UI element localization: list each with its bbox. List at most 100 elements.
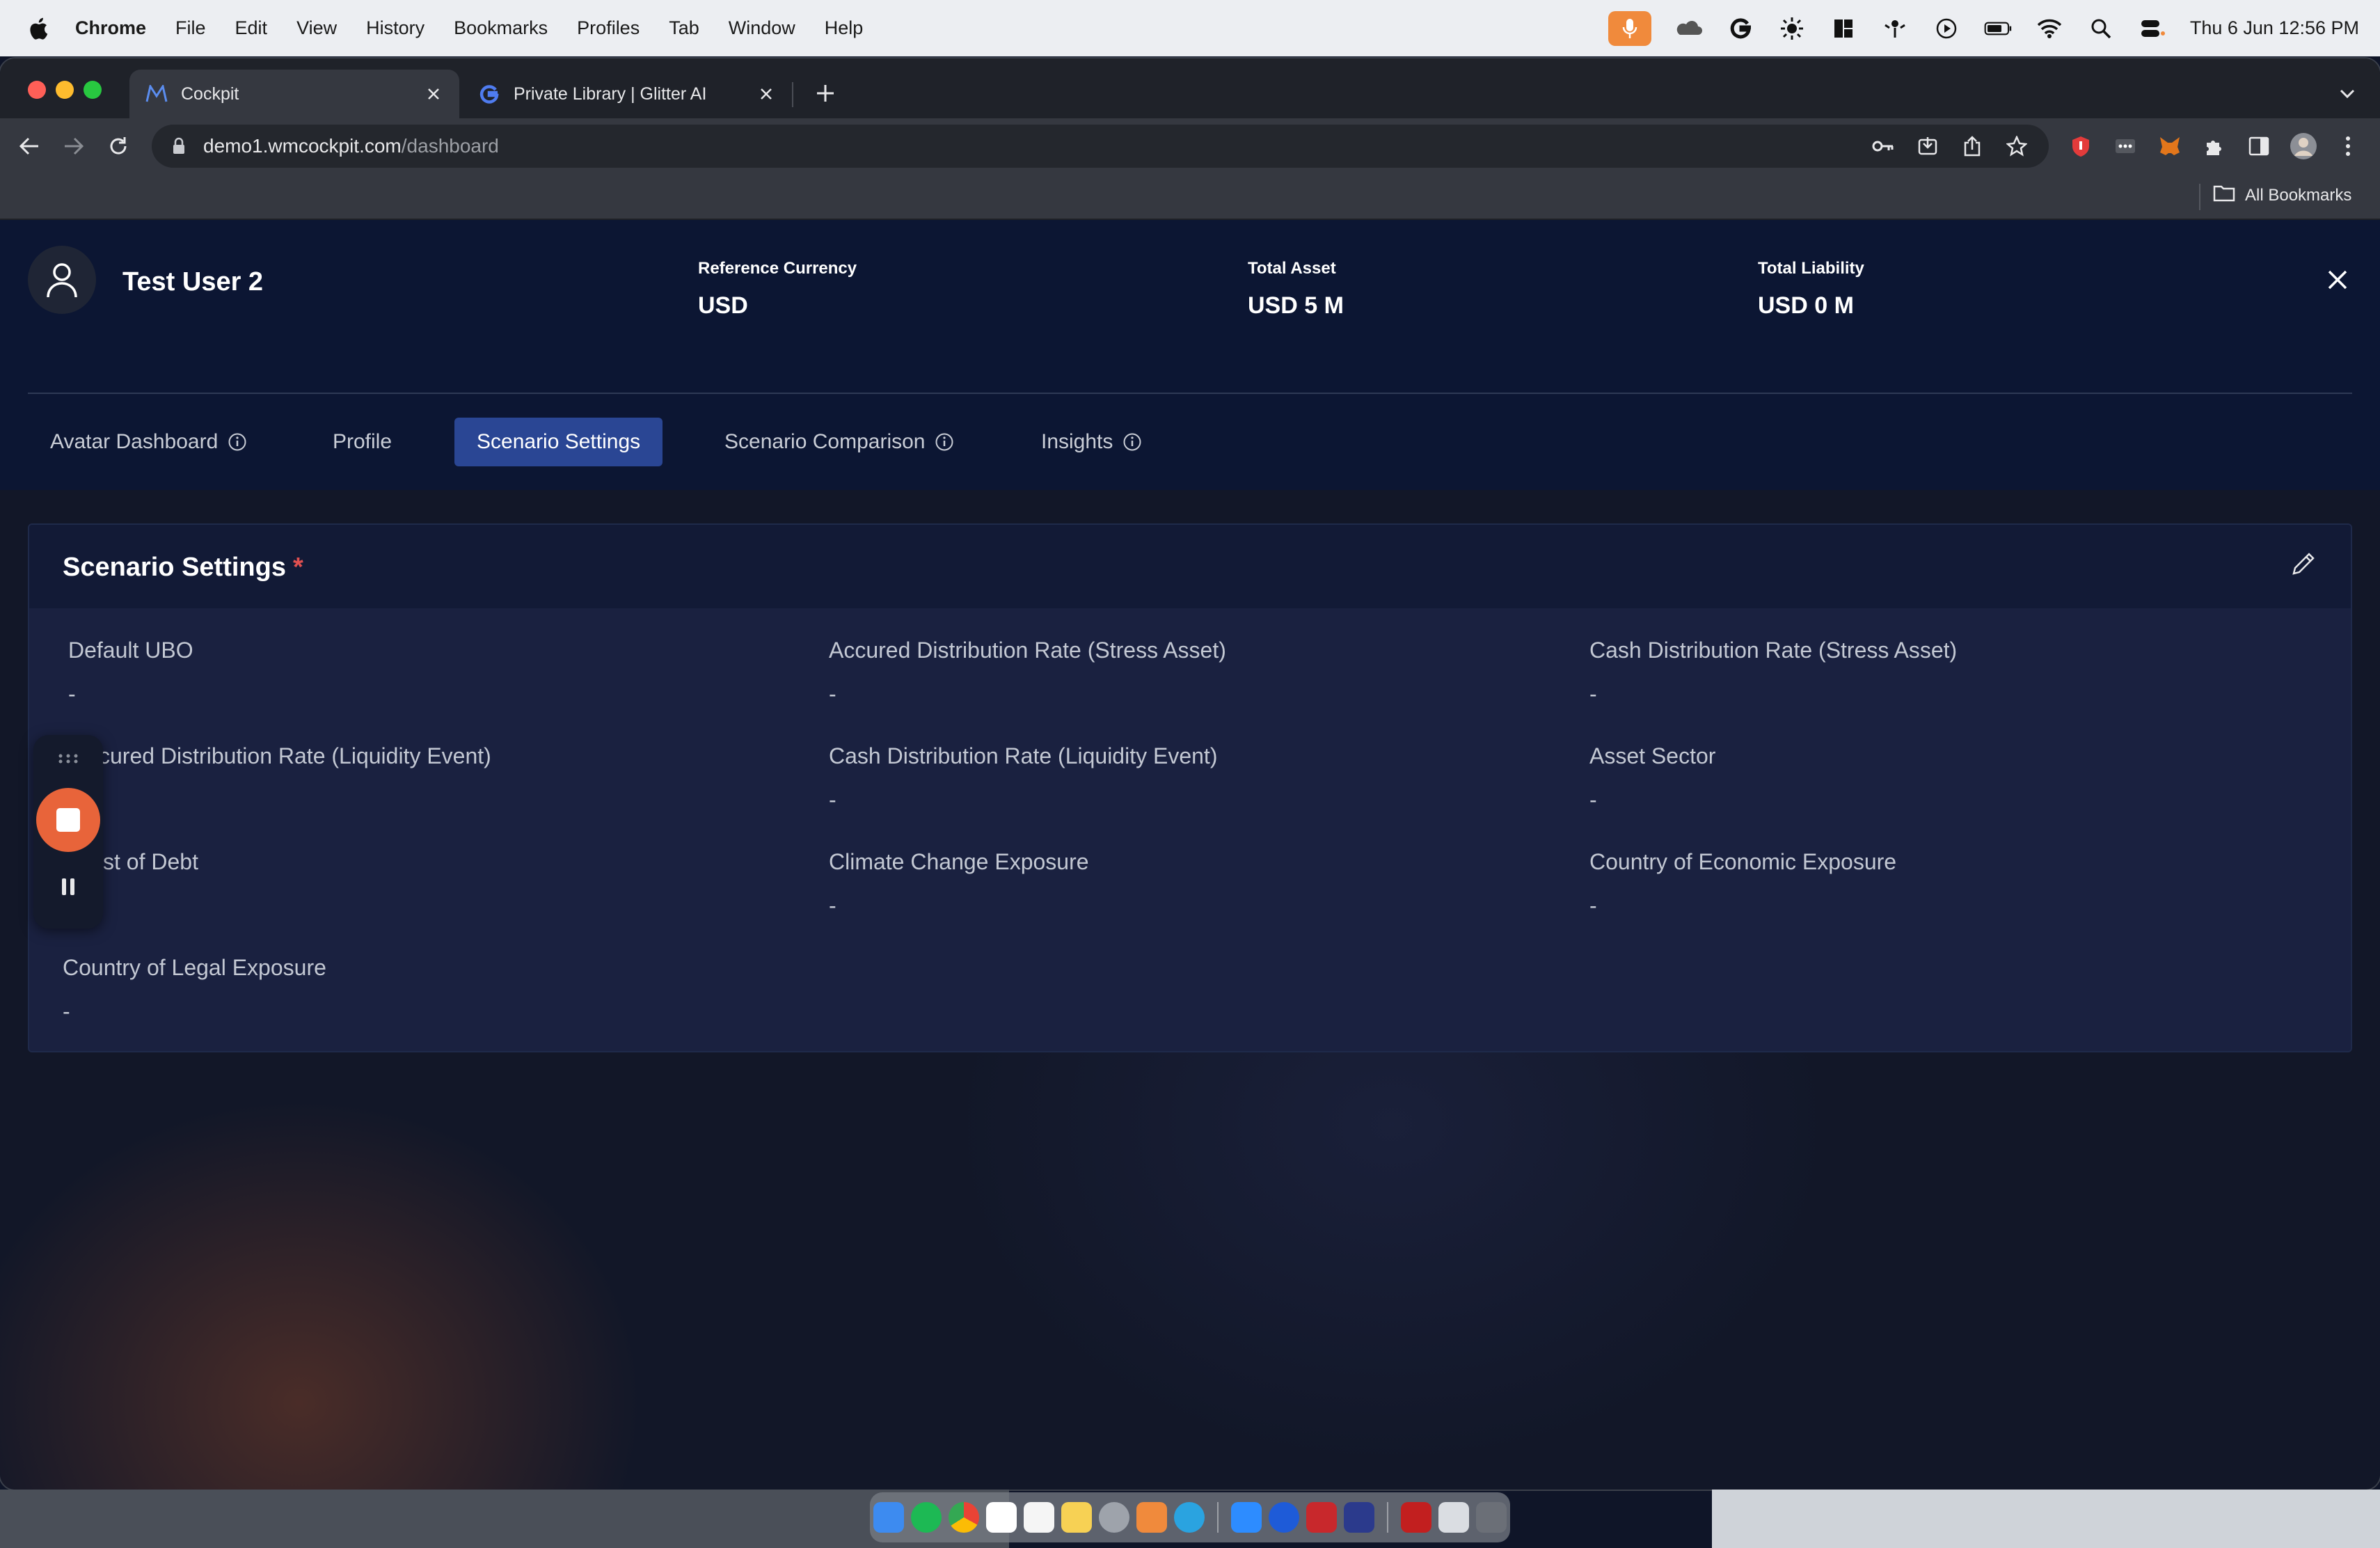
- dock-trash-icon[interactable]: [1476, 1502, 1507, 1533]
- apple-icon[interactable]: [28, 17, 49, 40]
- bookmark-star-icon[interactable]: [2003, 132, 2031, 160]
- password-key-icon[interactable]: [1869, 132, 1897, 160]
- side-panel-icon[interactable]: [2245, 132, 2273, 160]
- extension-red-icon[interactable]: [2067, 132, 2095, 160]
- new-tab-plus-icon[interactable]: [811, 79, 839, 107]
- network-tray-icon[interactable]: [1881, 16, 1909, 41]
- menu-window[interactable]: Window: [729, 17, 795, 39]
- menu-edit[interactable]: Edit: [235, 17, 268, 39]
- menu-profiles[interactable]: Profiles: [577, 17, 640, 39]
- close-tab-icon[interactable]: [756, 84, 777, 104]
- tab-avatar-dashboard[interactable]: Avatar Dashboard: [50, 418, 247, 466]
- info-icon[interactable]: [935, 432, 954, 452]
- kpi-value: USD 0 M: [1758, 292, 1854, 319]
- macos-dock: [870, 1492, 1510, 1542]
- tab-label: Scenario Settings: [477, 430, 641, 453]
- window-minimize-button[interactable]: [56, 81, 74, 99]
- dock-pdf-icon[interactable]: [1401, 1502, 1431, 1533]
- card-title-text: Scenario Settings: [63, 553, 286, 582]
- stop-icon: [56, 808, 80, 832]
- wifi-icon[interactable]: [2036, 16, 2063, 41]
- field-accured-distribution-stress: Accured Distribution Rate (Stress Asset)…: [829, 638, 1226, 707]
- chrome-menu-kebab-icon[interactable]: [2334, 132, 2362, 160]
- browser-tab-glitter[interactable]: Private Library | Glitter AI: [462, 70, 792, 118]
- info-icon[interactable]: [1122, 432, 1142, 452]
- dock-spotify-icon[interactable]: [911, 1502, 942, 1533]
- bookmarks-bar: All Bookmarks: [0, 174, 2380, 220]
- menu-tab[interactable]: Tab: [669, 17, 699, 39]
- menubar-clock[interactable]: Thu 6 Jun 12:56 PM: [2190, 17, 2359, 39]
- menu-file[interactable]: File: [175, 17, 206, 39]
- dock-app-icon[interactable]: [1269, 1502, 1299, 1533]
- url-host: demo1.wmcockpit.com: [203, 135, 402, 157]
- window-close-button[interactable]: [28, 81, 46, 99]
- dock-app-red-icon[interactable]: [1306, 1502, 1337, 1533]
- back-arrow-icon[interactable]: [15, 132, 43, 160]
- spotlight-search-icon[interactable]: [2087, 16, 2115, 41]
- menu-history[interactable]: History: [366, 17, 425, 39]
- window-layout-icon[interactable]: [1830, 16, 1857, 41]
- tab-label: Avatar Dashboard: [50, 430, 219, 453]
- forward-arrow-icon[interactable]: [60, 132, 88, 160]
- tab-scenario-comparison[interactable]: Scenario Comparison: [724, 418, 954, 466]
- field-cost-of-debt: st of Debt: [103, 849, 198, 893]
- field-label: Cash Distribution Rate (Liquidity Event): [829, 743, 1218, 768]
- address-bar-actions: [1869, 132, 2031, 160]
- kpi-label: Total Liability: [1758, 259, 1864, 278]
- battery-icon[interactable]: [1984, 16, 2012, 41]
- user-avatar: [28, 246, 96, 314]
- dock-zoom-icon[interactable]: [1231, 1502, 1262, 1533]
- microphone-icon[interactable]: [1608, 10, 1651, 46]
- browser-tab-cockpit[interactable]: Cockpit: [129, 70, 459, 118]
- edit-pencil-icon[interactable]: [2288, 548, 2319, 579]
- close-tab-icon[interactable]: [423, 84, 444, 104]
- tab-label: Scenario Comparison: [724, 430, 926, 453]
- dock-finder-icon[interactable]: [873, 1502, 904, 1533]
- tab-search-chevron-icon[interactable]: [2335, 82, 2359, 106]
- control-center-icon[interactable]: [2139, 16, 2166, 41]
- menu-view[interactable]: View: [296, 17, 337, 39]
- dock-settings-icon[interactable]: [1099, 1502, 1129, 1533]
- dock-calendar-icon[interactable]: [986, 1502, 1017, 1533]
- dock-reminders-icon[interactable]: [1024, 1502, 1054, 1533]
- menu-app-name[interactable]: Chrome: [75, 17, 146, 39]
- share-icon[interactable]: [1958, 132, 1986, 160]
- dock-app-blue-icon[interactable]: [1344, 1502, 1374, 1533]
- cloud-app-icon[interactable]: [1675, 16, 1703, 41]
- field-label: Country of Economic Exposure: [1589, 849, 1897, 874]
- dock-separator: [1217, 1502, 1219, 1533]
- grammarly-icon[interactable]: [1727, 16, 1754, 41]
- stop-recording-button[interactable]: [36, 788, 100, 852]
- tab-profile[interactable]: Profile: [333, 418, 392, 466]
- dock-chrome-icon[interactable]: [949, 1502, 979, 1533]
- dock-sublime-icon[interactable]: [1136, 1502, 1167, 1533]
- drag-handle-icon[interactable]: [54, 750, 82, 767]
- extension-dots-icon[interactable]: [2111, 132, 2139, 160]
- extensions-puzzle-icon[interactable]: [2200, 132, 2228, 160]
- profile-avatar-icon[interactable]: [2290, 132, 2317, 160]
- tab-scenario-settings[interactable]: Scenario Settings: [454, 418, 663, 466]
- dock-preview-icon[interactable]: [1438, 1502, 1469, 1533]
- scenario-settings-card: Scenario Settings * Default UBO - Accured…: [28, 523, 2352, 1052]
- field-country-legal-exposure: Country of Legal Exposure -: [63, 955, 326, 1025]
- brightness-icon[interactable]: [1778, 16, 1806, 41]
- info-icon[interactable]: [228, 432, 247, 452]
- menu-bookmarks[interactable]: Bookmarks: [454, 17, 548, 39]
- window-zoom-button[interactable]: [84, 81, 102, 99]
- play-icon[interactable]: [1933, 16, 1960, 41]
- metamask-fox-icon[interactable]: [2156, 132, 2184, 160]
- lock-icon[interactable]: [170, 136, 188, 156]
- install-app-icon[interactable]: [1914, 132, 1942, 160]
- close-icon[interactable]: [2323, 265, 2352, 294]
- address-bar[interactable]: demo1.wmcockpit.com/dashboard: [152, 125, 2049, 168]
- field-accured-distribution-liquidity: cured Distribution Rate (Liquidity Event…: [99, 743, 491, 787]
- dock-telegram-icon[interactable]: [1174, 1502, 1205, 1533]
- pause-icon[interactable]: [54, 873, 82, 901]
- reload-icon[interactable]: [104, 132, 132, 160]
- desktop-wallpaper: [0, 1490, 1009, 1548]
- menu-help[interactable]: Help: [825, 17, 864, 39]
- tab-insights[interactable]: Insights: [1041, 418, 1142, 466]
- all-bookmarks-button[interactable]: All Bookmarks: [2213, 184, 2351, 207]
- field-cash-distribution-stress: Cash Distribution Rate (Stress Asset) -: [1589, 638, 1957, 707]
- dock-notes-icon[interactable]: [1061, 1502, 1092, 1533]
